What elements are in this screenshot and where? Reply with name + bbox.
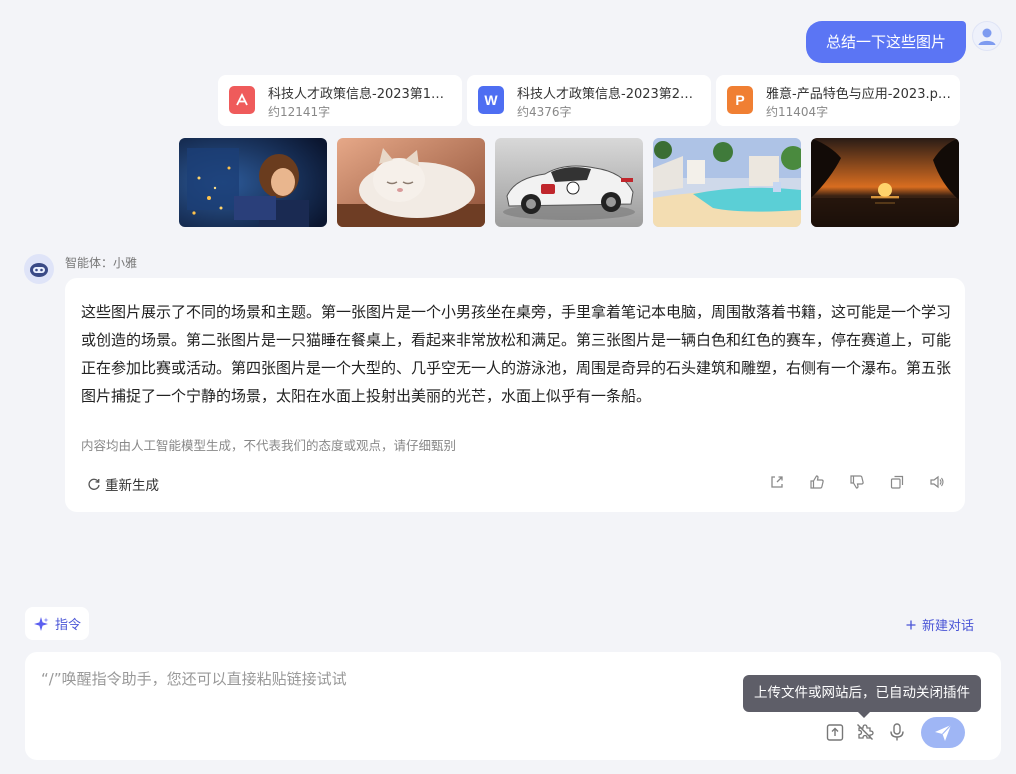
file-word-count: 约4376字 [517, 105, 572, 119]
robot-icon [30, 263, 48, 277]
microphone-icon[interactable] [887, 722, 907, 742]
image-thumbnail-sleeping-cat[interactable] [337, 138, 485, 227]
file-card-1[interactable]: 科技人才政策信息-2023第1期.pdf 约12141字 [218, 75, 462, 126]
speaker-icon[interactable] [929, 474, 945, 490]
user-icon [978, 28, 996, 45]
command-button[interactable]: 指令 [25, 607, 90, 640]
user-message-bubble: 总结一下这些图片 [806, 21, 967, 63]
image-thumbnail-sunset-over-water[interactable] [811, 138, 959, 227]
user-avatar [972, 21, 1002, 51]
new-chat-button[interactable]: 新建对话 [906, 615, 974, 634]
answer-card: 这些图片展示了不同的场景和主题。第一张图片是一个小男孩坐在桌旁，手里拿着笔记本电… [65, 278, 965, 512]
agent-name: 智能体：小雅 [65, 256, 138, 270]
file-word-count: 约11404字 [766, 105, 829, 119]
thumbs-down-icon[interactable] [849, 474, 865, 490]
ai-disclaimer: 内容均由人工智能模型生成，不代表我们的态度或观点，请仔细甄别 [81, 438, 457, 453]
chat-input[interactable] [41, 670, 721, 688]
upload-file-icon[interactable] [825, 722, 845, 742]
plugin-disabled-icon[interactable] [855, 722, 875, 742]
file-card-3[interactable]: P 雅意-产品特色与应用-2023.pptx 约11404字 [716, 75, 960, 126]
plus-icon [906, 620, 916, 629]
word-icon: W [478, 86, 504, 114]
refresh-icon [88, 478, 100, 490]
file-name: 雅意-产品特色与应用-2023.pptx [766, 87, 952, 102]
thumbs-up-icon[interactable] [809, 474, 825, 490]
new-chat-label: 新建对话 [922, 619, 975, 634]
send-icon [935, 724, 952, 741]
answer-text: 这些图片展示了不同的场景和主题。第一张图片是一个小男孩坐在桌旁，手里拿着笔记本电… [81, 303, 952, 405]
plugin-tooltip: 上传文件或网站后，已自动关闭插件 [743, 675, 981, 718]
image-thumbnail-boy-with-laptop[interactable] [179, 138, 327, 227]
copy-icon[interactable] [889, 474, 905, 490]
regenerate-button[interactable]: 重新生成 [87, 474, 159, 494]
image-thumbnail-race-car[interactable] [495, 138, 643, 227]
share-icon[interactable] [769, 474, 785, 490]
image-thumbnail-pool-with-statues[interactable] [653, 138, 801, 227]
send-button[interactable] [921, 717, 965, 748]
agent-avatar [24, 254, 54, 284]
file-word-count: 约12141字 [268, 105, 331, 119]
ppt-icon: P [727, 86, 753, 114]
regenerate-label: 重新生成 [105, 478, 159, 494]
file-name: 科技人才政策信息-2023第1期.pdf [268, 87, 454, 102]
file-card-2[interactable]: W 科技人才政策信息-2023第2期.docx 约4376字 [467, 75, 711, 126]
file-name: 科技人才政策信息-2023第2期.docx [517, 87, 703, 102]
sparkle-icon [34, 616, 49, 631]
pdf-icon [229, 86, 255, 114]
command-label: 指令 [55, 618, 82, 633]
